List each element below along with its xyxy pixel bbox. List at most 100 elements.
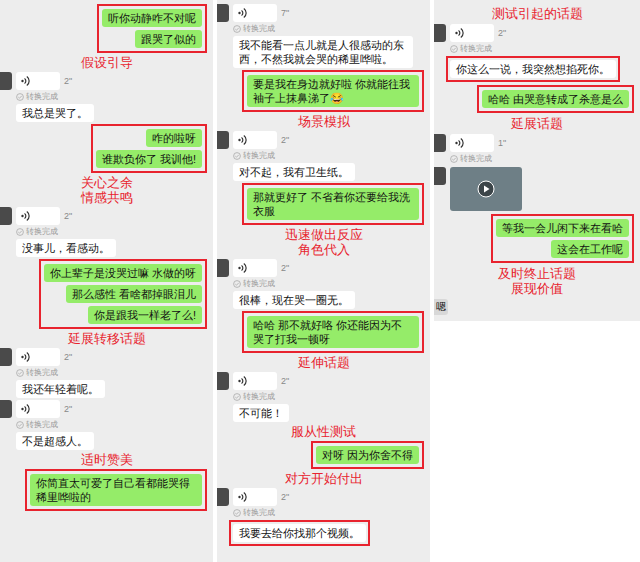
voice-wave-icon [455,27,465,39]
converted-check-icon [450,155,458,163]
incoming-message: 2"转换完成我还年轻着呢。 [0,348,213,398]
voice-bubble[interactable] [16,207,60,225]
voice-wave-icon [238,7,248,19]
voice-duration: 2" [64,211,72,221]
outgoing-bubble[interactable]: 你是跟我一样老了么! [88,306,202,324]
outgoing-bubble[interactable]: 那么感性 看啥都掉眼泪儿 [66,285,202,303]
outgoing-group: 要是我在身边就好啦 你就能往我袖子上抹鼻涕了😂 [217,70,430,112]
annotation-box: 哈哈 由哭意转成了杀意是么 [477,85,634,113]
avatar[interactable] [217,131,229,149]
incoming-message: 1"转换完成 [434,134,640,164]
outgoing-bubble[interactable]: 这会在工作呢 [551,240,629,258]
outgoing-group: 哈哈 那不就好咯 你还能因为不哭了打我一顿呀 [217,311,430,353]
annotation-box: 你上辈子是没哭过嘛 水做的呀那么感性 看啥都掉眼泪儿你是跟我一样老了么! [39,259,207,329]
annotation-box: 听你动静咋不对呢跟哭了似的 [97,4,207,53]
outgoing-bubble[interactable]: 跟哭了似的 [135,30,202,48]
outgoing-bubble[interactable]: 咋的啦呀 [146,129,202,147]
voice-duration: 2" [498,28,506,38]
converted-check-icon [16,369,24,377]
transcript-bubble[interactable]: 你这么一说，我突然想掐死你。 [450,60,616,78]
voice-row: 7" [217,4,289,22]
annotation-note: 测试引起的话题 [434,6,640,21]
annotation-box: 等我一会儿闲下来在看哈这会在工作呢 [491,214,634,263]
avatar[interactable] [217,488,229,506]
convert-status: 转换完成 [450,154,492,164]
outgoing-bubble[interactable]: 哈哈 那不就好咯 你还能因为不哭了打我一顿呀 [247,316,419,348]
avatar[interactable] [434,167,446,185]
convert-status: 转换完成 [16,92,58,102]
voice-bubble[interactable] [450,134,494,152]
avatar[interactable] [0,400,12,418]
annotation-note: 关心之余情感共鸣 [0,175,213,205]
converted-check-icon [16,93,24,101]
incoming-message: 2"转换完成很棒，现在哭一圈无。 [217,259,430,309]
transcript-bubble[interactable]: 我总是哭了。 [16,104,94,122]
outgoing-bubble[interactable]: 要是我在身边就好啦 你就能往我袖子上抹鼻涕了😂 [247,75,419,107]
chat-column: 测试引起的话题 2" 转换完成 你这么一说，我突然想掐死你。哈哈 由哭意转成了杀意是么… [434,0,640,321]
transcript-wrap: 不是超感人。 [16,432,94,450]
transcript-wrap: 我还年轻着呢。 [16,380,105,398]
transcript-bubble[interactable]: 不是超感人。 [16,432,94,450]
avatar[interactable] [0,72,12,90]
outgoing-bubble[interactable]: 等我一会儿闲下来在看哈 [496,219,629,237]
outgoing-bubble[interactable]: 听你动静咋不对呢 [102,9,202,27]
convert-status: 转换完成 [233,508,275,518]
transcript-bubble[interactable]: 我不能看一点儿就是人很感动的东西，不然我就会哭的稀里哗啦。 [233,36,413,68]
outgoing-bubble[interactable]: 对呀 因为你舍不得 [316,446,419,464]
voice-wave-icon [21,210,31,222]
annotation-box: 对呀 因为你舍不得 [311,441,424,469]
voice-bubble[interactable] [233,372,277,390]
avatar[interactable]: 嗯 [434,299,448,315]
avatar[interactable] [434,24,446,42]
avatar[interactable] [434,134,446,152]
voice-wave-icon [238,134,248,146]
voice-bubble[interactable] [16,400,60,418]
incoming-video [434,167,640,211]
avatar[interactable] [217,4,229,22]
outgoing-bubble[interactable]: 谁欺负你了 我训他! [96,150,202,168]
convert-status: 转换完成 [16,227,58,237]
voice-row: 2" [434,24,506,42]
play-icon[interactable] [477,180,495,198]
voice-row: 2" [0,207,72,225]
voice-bubble[interactable] [450,24,494,42]
avatar[interactable] [0,207,12,225]
convert-status: 转换完成 [16,420,58,430]
convert-status: 转换完成 [233,279,275,289]
voice-bubble[interactable] [16,348,60,366]
converted-check-icon [16,421,24,429]
voice-duration: 2" [64,76,72,86]
outgoing-bubble[interactable]: 哈哈 由哭意转成了杀意是么 [482,90,629,108]
voice-duration: 2" [281,376,289,386]
voice-bubble[interactable] [233,259,277,277]
transcript-bubble[interactable]: 我要去给你找那个视频。 [233,524,366,542]
outgoing-bubble[interactable]: 那就更好了 不省着你还要给我洗衣服 [247,188,419,220]
annotation-box: 那就更好了 不省着你还要给我洗衣服 [242,183,424,225]
voice-wave-icon [21,403,31,415]
transcript-bubble[interactable]: 对不起，我有卫生纸。 [233,163,355,181]
annotation-box: 你这么一说，我突然想掐死你。 [446,56,620,82]
converted-check-icon [233,25,241,33]
transcript-bubble[interactable]: 我还年轻着呢。 [16,380,105,398]
transcript-bubble[interactable]: 很棒，现在哭一圈无。 [233,291,355,309]
incoming-message: 2"转换完成我要去给你找那个视频。 [217,488,430,546]
video-thumbnail[interactable] [450,167,522,211]
voice-duration: 2" [281,135,289,145]
avatar[interactable] [217,259,229,277]
transcript-wrap: 我总是哭了。 [16,104,94,122]
transcript-bubble[interactable]: 不可能！ [233,404,289,422]
voice-bubble[interactable] [16,72,60,90]
voice-bubble[interactable] [233,4,277,22]
outgoing-bubble[interactable]: 你简直太可爱了自己看都能哭得稀里哗啦的 [30,474,202,506]
voice-bubble[interactable] [233,488,277,506]
incoming-message: 2"转换完成对不起，我有卫生纸。 [217,131,430,181]
avatar[interactable] [217,372,229,390]
avatar[interactable] [0,348,12,366]
transcript-wrap: 很棒，现在哭一圈无。 [233,291,355,309]
outgoing-group: 你上辈子是没哭过嘛 水做的呀那么感性 看啥都掉眼泪儿你是跟我一样老了么! [0,259,213,329]
outgoing-bubble[interactable]: 你上辈子是没哭过嘛 水做的呀 [44,264,202,282]
transcript-wrap: 没事儿，看感动。 [16,239,116,257]
voice-bubble[interactable] [233,131,277,149]
voice-duration: 2" [64,352,72,362]
transcript-bubble[interactable]: 没事儿，看感动。 [16,239,116,257]
